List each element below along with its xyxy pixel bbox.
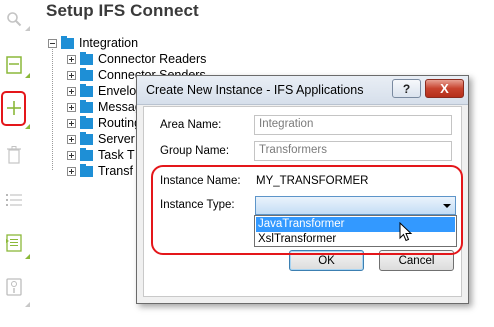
expand-icon[interactable] xyxy=(67,54,76,64)
tree-item-transformers[interactable]: Transf xyxy=(67,163,133,179)
area-name-field[interactable]: Integration xyxy=(254,115,452,135)
help-button[interactable]: ? xyxy=(392,79,421,98)
tree-item-routing[interactable]: Routing xyxy=(67,115,141,131)
tree-item-label: Connector Readers xyxy=(98,52,207,66)
mouse-cursor-icon xyxy=(399,222,413,242)
delete-icon[interactable] xyxy=(4,145,24,165)
tree-root-integration[interactable]: Integration xyxy=(48,35,138,51)
form-menu-corner xyxy=(25,73,30,78)
tree-item-label: Server xyxy=(98,132,135,146)
tree-root-label: Integration xyxy=(79,36,139,50)
tree-item-label: Task T xyxy=(98,148,135,162)
left-toolbar xyxy=(0,0,40,327)
collapse-icon[interactable] xyxy=(48,38,57,48)
expand-icon[interactable] xyxy=(67,150,76,160)
expand-icon[interactable] xyxy=(67,86,76,96)
folder-icon xyxy=(80,51,93,65)
close-button[interactable]: X xyxy=(425,79,464,98)
dialog-title: Create New Instance - IFS Applications xyxy=(146,83,364,97)
tree-item-connector-readers[interactable]: Connector Readers xyxy=(67,51,206,67)
tree-item-task[interactable]: Task T xyxy=(67,147,135,163)
expand-icon[interactable] xyxy=(67,102,76,112)
dialog-titlebar[interactable]: Create New Instance - IFS Applications ?… xyxy=(137,76,468,105)
details-icon[interactable] xyxy=(4,233,24,253)
group-name-field[interactable]: Transformers xyxy=(254,141,452,161)
folder-icon xyxy=(61,35,74,49)
expand-icon[interactable] xyxy=(67,70,76,80)
add-menu-corner xyxy=(25,124,30,129)
tree-item-label: Routing xyxy=(98,116,142,130)
search-menu-corner xyxy=(25,26,30,31)
folder-icon xyxy=(80,99,93,113)
list-icon[interactable] xyxy=(4,190,24,210)
info-menu-corner xyxy=(25,302,30,307)
details-menu-corner xyxy=(25,254,30,259)
page-title: Setup IFS Connect xyxy=(46,1,199,20)
form-icon[interactable] xyxy=(4,55,24,75)
group-name-label: Group Name: xyxy=(160,145,230,157)
expand-icon[interactable] xyxy=(67,166,76,176)
tree-item-server[interactable]: Server xyxy=(67,131,135,147)
highlight-ring xyxy=(151,165,463,255)
folder-icon xyxy=(80,115,93,129)
area-name-label: Area Name: xyxy=(160,119,222,131)
add-button-highlight xyxy=(1,91,26,126)
expand-icon[interactable] xyxy=(67,134,76,144)
folder-icon xyxy=(80,67,93,81)
folder-icon xyxy=(80,147,93,161)
folder-icon xyxy=(80,131,93,145)
folder-icon xyxy=(80,163,93,177)
folder-icon xyxy=(80,83,93,97)
expand-icon[interactable] xyxy=(67,118,76,128)
tree-guide-line xyxy=(52,45,53,170)
tree-item-label: Transf xyxy=(98,164,133,178)
info-icon[interactable] xyxy=(4,277,24,297)
search-icon[interactable] xyxy=(4,9,24,29)
